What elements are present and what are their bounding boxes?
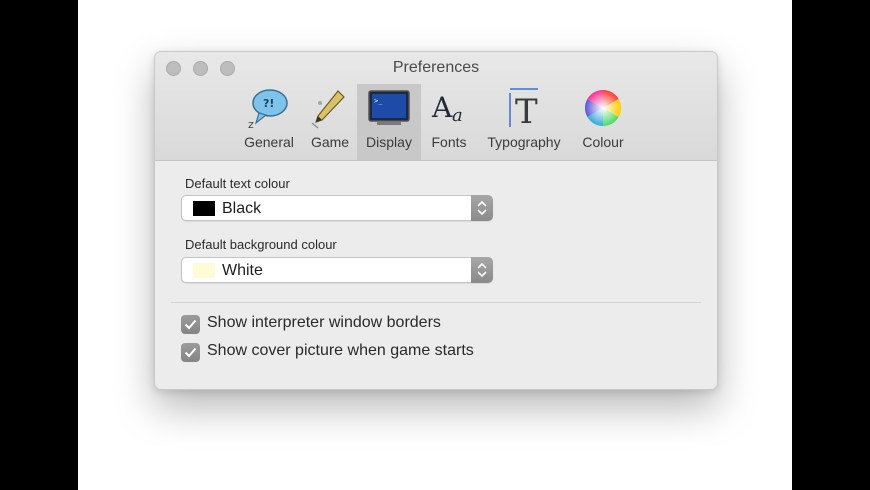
show-cover-checkbox[interactable] — [181, 343, 200, 362]
checkmark-icon — [184, 319, 197, 330]
svg-text:>_: >_ — [374, 97, 383, 105]
svg-text:a: a — [452, 105, 463, 126]
speech-bubble-icon: ?! z — [248, 89, 288, 129]
popup-stepper[interactable] — [471, 195, 493, 221]
monitor-icon: >_ — [368, 90, 410, 125]
background-colour-label: Default background colour — [185, 237, 337, 252]
background-colour-popup[interactable]: White — [181, 257, 493, 283]
checkmark-icon — [184, 347, 197, 358]
font-aa-icon: A a — [431, 91, 463, 126]
pen-icon — [311, 90, 345, 129]
color-wheel-icon — [584, 90, 622, 126]
text-colour-popup[interactable]: Black — [181, 195, 493, 221]
tab-label: General — [244, 134, 294, 150]
background-colour-swatch — [193, 263, 215, 278]
tab-label: Typography — [487, 134, 561, 150]
tab-general[interactable]: ?! z General — [239, 84, 299, 160]
svg-text:z: z — [248, 118, 254, 129]
tab-display[interactable]: >_ Display — [357, 84, 421, 160]
window-title: Preferences — [392, 59, 480, 76]
svg-text:T: T — [515, 92, 538, 129]
tab-label: Game — [310, 134, 350, 150]
show-cover-label: Show cover picture when game starts — [207, 342, 474, 359]
show-borders-label: Show interpreter window borders — [207, 314, 441, 331]
chevron-up-down-icon — [477, 262, 487, 278]
popup-stepper[interactable] — [471, 257, 493, 283]
text-colour-swatch — [193, 201, 215, 216]
toolbar: Preferences ?! z General Game >_ Display… — [155, 52, 717, 161]
background-colour-value: White — [222, 262, 263, 279]
text-colour-label: Default text colour — [185, 176, 290, 191]
tab-fonts[interactable]: A a Fonts — [423, 84, 475, 160]
tab-label: Fonts — [431, 134, 467, 150]
tab-label: Colour — [582, 134, 624, 150]
svg-text:?!: ?! — [263, 97, 274, 110]
tab-colour[interactable]: Colour — [573, 84, 633, 160]
preferences-window: Preferences ?! z General Game >_ Display… — [154, 51, 718, 390]
svg-text:A: A — [431, 91, 453, 124]
chevron-up-down-icon — [477, 200, 487, 216]
tab-game[interactable]: Game — [305, 84, 355, 160]
text-colour-value: Black — [222, 200, 262, 217]
typography-t-icon: T — [509, 88, 538, 129]
tab-typography[interactable]: T Typography — [479, 84, 569, 160]
tab-label: Display — [366, 134, 412, 150]
divider — [171, 302, 701, 303]
show-borders-checkbox[interactable] — [181, 315, 200, 334]
